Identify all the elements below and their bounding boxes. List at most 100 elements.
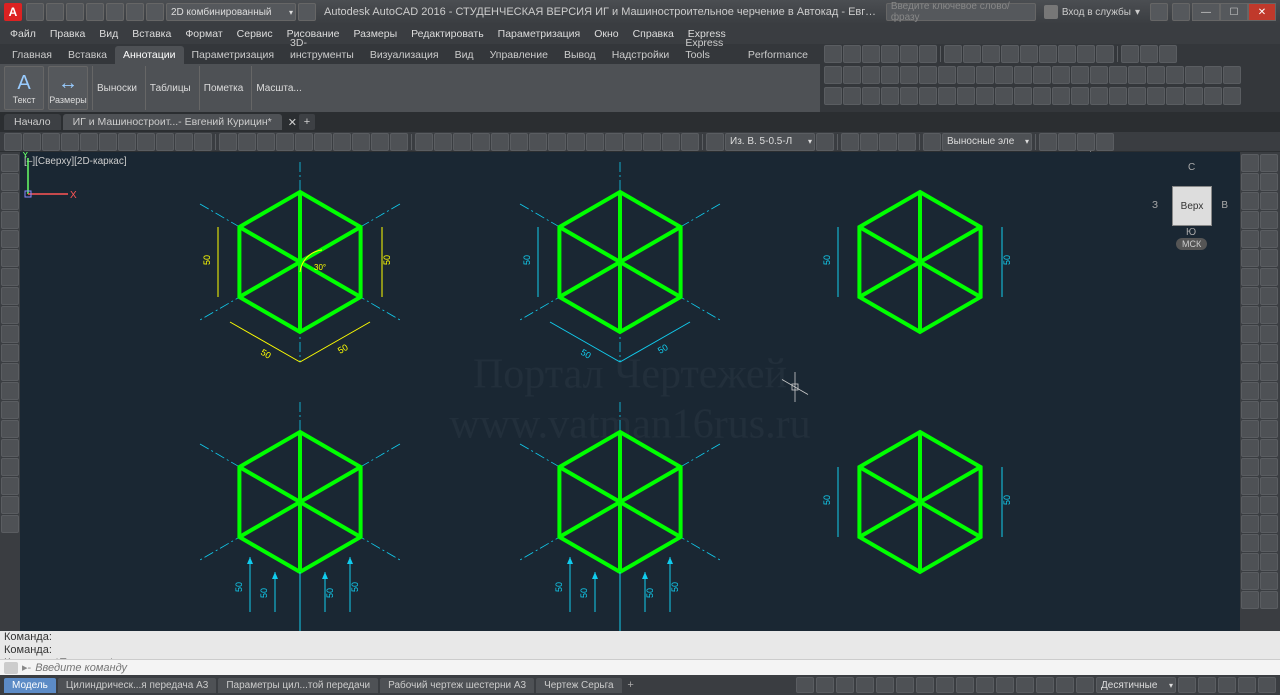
signin-button[interactable]: Вход в службы ▾ [1044, 5, 1140, 19]
nav-icon[interactable] [1260, 230, 1278, 248]
draw-bound-icon[interactable] [1, 439, 19, 457]
status-icon[interactable] [896, 677, 914, 693]
drawing-canvas[interactable]: [–][Сверху][2D-каркас] Портал Чертежей w… [20, 152, 1240, 647]
tb-icon[interactable] [605, 133, 623, 151]
draw-line-icon[interactable] [1, 154, 19, 172]
nav-icon[interactable] [1260, 268, 1278, 286]
draw-pline-icon[interactable] [1, 173, 19, 191]
tb-icon[interactable] [510, 133, 528, 151]
tb-icon[interactable] [1185, 87, 1203, 105]
tb-icon[interactable] [1020, 45, 1038, 63]
tab-addins[interactable]: Надстройки [604, 46, 678, 64]
tb-icon[interactable] [194, 133, 212, 151]
tab-visualize[interactable]: Визуализация [362, 46, 447, 64]
nav-icon[interactable] [1260, 173, 1278, 191]
draw-donut-icon[interactable] [1, 496, 19, 514]
tb-icon[interactable] [824, 87, 842, 105]
exchange-icon[interactable] [1150, 3, 1168, 21]
tb-icon[interactable] [434, 133, 452, 151]
tab-performance[interactable]: Performance [740, 46, 816, 64]
tab-insert[interactable]: Вставка [60, 46, 115, 64]
layout-add[interactable]: + [624, 678, 638, 692]
tb-icon[interactable] [681, 133, 699, 151]
viewcube-face[interactable]: Верх [1172, 186, 1212, 226]
mod-icon[interactable] [1241, 496, 1259, 514]
viewcube-cs[interactable]: МСК [1176, 238, 1207, 250]
mod-icon[interactable] [1241, 230, 1259, 248]
tb-icon[interactable] [1223, 87, 1241, 105]
nav-icon[interactable] [1260, 382, 1278, 400]
tb-icon[interactable] [586, 133, 604, 151]
tb-icon[interactable] [1128, 66, 1146, 84]
tb-icon[interactable] [881, 45, 899, 63]
draw-table-icon[interactable] [1, 363, 19, 381]
units-combo[interactable]: Десятичные [1096, 677, 1176, 693]
mod-icon[interactable] [1241, 344, 1259, 362]
tb-icon[interactable] [879, 133, 897, 151]
tb-icon[interactable] [643, 133, 661, 151]
tab-output[interactable]: Вывод [556, 46, 604, 64]
mod-icon[interactable] [1241, 363, 1259, 381]
tb-icon[interactable] [957, 87, 975, 105]
tb-icon[interactable] [824, 45, 842, 63]
tb-icon[interactable] [1159, 45, 1177, 63]
mod-icon[interactable] [1241, 534, 1259, 552]
mod-icon[interactable] [1241, 382, 1259, 400]
status-icon[interactable] [1218, 677, 1236, 693]
tb-icon[interactable] [862, 45, 880, 63]
status-icon[interactable] [1056, 677, 1074, 693]
tb-icon[interactable] [1039, 45, 1057, 63]
dimstyle-combo[interactable]: Из. В. 5-0.5-Л [725, 133, 815, 151]
tb-icon[interactable] [80, 133, 98, 151]
status-icon[interactable] [856, 677, 874, 693]
help-icon[interactable] [1172, 3, 1190, 21]
mod-icon[interactable] [1241, 420, 1259, 438]
tb-icon[interactable] [982, 45, 1000, 63]
tb-icon[interactable] [976, 87, 994, 105]
tb-icon[interactable] [938, 66, 956, 84]
mod-icon[interactable] [1241, 268, 1259, 286]
command-line[interactable]: Команда: Команда: Команда: *Прервано* ▸- [0, 631, 1280, 675]
tb-icon[interactable] [862, 87, 880, 105]
tb-icon[interactable] [976, 66, 994, 84]
tb-icon[interactable] [1147, 66, 1165, 84]
tb-icon[interactable] [900, 66, 918, 84]
nav-icon[interactable] [1260, 591, 1278, 609]
menu-window[interactable]: Окно [588, 26, 624, 42]
nav-icon[interactable] [1260, 363, 1278, 381]
draw-ray-icon[interactable] [1, 515, 19, 533]
tb-icon[interactable] [995, 87, 1013, 105]
tb-icon[interactable] [1140, 45, 1158, 63]
mod-icon[interactable] [1241, 401, 1259, 419]
layout-tab[interactable]: Чертеж Серьга [536, 678, 622, 693]
tb-icon[interactable] [295, 133, 313, 151]
tb-icon[interactable] [963, 45, 981, 63]
nav-icon[interactable] [1260, 287, 1278, 305]
mod-icon[interactable] [1241, 173, 1259, 191]
draw-point-icon[interactable] [1, 306, 19, 324]
nav-icon[interactable] [1260, 534, 1278, 552]
text-tool[interactable]: AТекст [4, 66, 44, 110]
draw-arc-icon[interactable] [1, 211, 19, 229]
draw-ellipse-icon[interactable] [1, 249, 19, 267]
tb-icon[interactable] [824, 66, 842, 84]
tb-icon[interactable] [390, 133, 408, 151]
tb-icon[interactable] [276, 133, 294, 151]
tb-icon[interactable] [900, 87, 918, 105]
status-icon[interactable] [916, 677, 934, 693]
tb-icon[interactable] [1109, 87, 1127, 105]
viewcube[interactable]: С З В Верх Ю МСК [1152, 160, 1232, 250]
status-icon[interactable] [956, 677, 974, 693]
nav-icon[interactable] [1260, 439, 1278, 457]
status-icon[interactable] [1076, 677, 1094, 693]
doc-tab-drawing[interactable]: ИГ и Машиностроит...- Евгений Курицин* [63, 114, 282, 130]
mod-icon[interactable] [1241, 211, 1259, 229]
qat-redo-icon[interactable] [146, 3, 164, 21]
status-icon[interactable] [1238, 677, 1256, 693]
draw-spline-icon[interactable] [1, 287, 19, 305]
mod-icon[interactable] [1241, 553, 1259, 571]
tb-icon[interactable] [567, 133, 585, 151]
doc-tab-new[interactable]: + [299, 114, 315, 130]
nav-icon[interactable] [1260, 553, 1278, 571]
tb-icon[interactable] [624, 133, 642, 151]
